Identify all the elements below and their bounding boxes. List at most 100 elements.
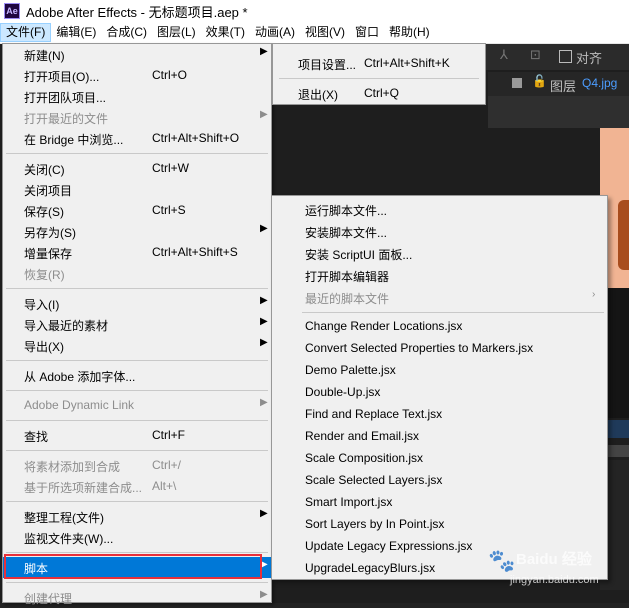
menu-item-scripts[interactable]: 脚本 ▶ [3, 557, 271, 578]
menu-separator [6, 552, 268, 553]
menu-item-script[interactable]: Scale Selected Layers.jsx [272, 470, 607, 492]
menu-item-label: 保存(S) [24, 205, 64, 219]
menu-item-script[interactable]: Scale Composition.jsx [272, 448, 607, 470]
menu-item-exit[interactable]: 退出(X) Ctrl+Q [273, 83, 485, 104]
menu-effect[interactable]: 效果(T) [201, 23, 250, 42]
menu-item-label: 导入最近的素材 [24, 319, 109, 333]
menu-item-label: 增量保存 [24, 247, 73, 261]
menu-item-close[interactable]: 关闭(C) Ctrl+W [3, 158, 271, 179]
menu-item-script[interactable]: Find and Replace Text.jsx [272, 404, 607, 426]
menu-item-label: Find and Replace Text.jsx [305, 407, 443, 421]
align-checkbox[interactable] [559, 50, 572, 63]
menu-item-label: 监视文件夹(W)... [24, 532, 114, 546]
menu-separator [6, 501, 268, 502]
menu-help[interactable]: 帮助(H) [384, 23, 435, 42]
menu-item-script[interactable]: Render and Email.jsx [272, 426, 607, 448]
menu-item-script[interactable]: Convert Selected Properties to Markers.j… [272, 338, 607, 360]
menu-layer[interactable]: 图层(L) [152, 23, 201, 42]
scripts-submenu: 运行脚本文件... 安装脚本文件... 安装 ScriptUI 面板... 打开… [271, 195, 608, 580]
panel-close-square-icon[interactable] [512, 78, 522, 88]
menu-file[interactable]: 文件(F) [0, 23, 52, 42]
menu-item-label: 安装 ScriptUI 面板... [305, 248, 413, 262]
menu-item-export[interactable]: 导出(X) ▶ [3, 335, 271, 356]
menu-item-script[interactable]: Smart Import.jsx [272, 492, 607, 514]
menu-item-watch-folder[interactable]: 监视文件夹(W)... [3, 527, 271, 548]
menu-edit[interactable]: 编辑(E) [51, 23, 101, 42]
submenu-arrow-icon: ▶ [260, 337, 268, 348]
menu-item-label: Sort Layers by In Point.jsx [305, 517, 445, 531]
menu-item-import-recent-footage[interactable]: 导入最近的素材 ▶ [3, 314, 271, 335]
file-menu: 新建(N) ▶ 打开项目(O)... Ctrl+O 打开团队项目... 打开最近… [2, 43, 272, 606]
menu-item-label: 整理工程(文件) [24, 511, 104, 525]
menu-item-install-script-file[interactable]: 安装脚本文件... [272, 221, 607, 243]
menu-item-label: Scale Composition.jsx [305, 451, 424, 465]
menu-item-adobe-dynamic-link: Adobe Dynamic Link ▶ [3, 395, 271, 416]
menu-item-import[interactable]: 导入(I) ▶ [3, 293, 271, 314]
menu-item-label: 从 Adobe 添加字体... [24, 370, 136, 384]
menu-item-shortcut: Ctrl+F [152, 428, 185, 442]
menu-item-label: 查找 [24, 430, 49, 444]
menu-item-label: Scale Selected Layers.jsx [305, 473, 443, 487]
menu-item-label: 新建(N) [24, 49, 65, 63]
menu-separator [6, 582, 268, 583]
menu-item-label: 基于所选项新建合成... [24, 481, 143, 495]
menu-item-browse-in-bridge[interactable]: 在 Bridge 中浏览... Ctrl+Alt+Shift+O [3, 128, 271, 149]
submenu-arrow-icon: ▶ [260, 109, 268, 120]
menu-item-label: 安装脚本文件... [305, 226, 388, 240]
file-menu-right-column: 项目设置... Ctrl+Alt+Shift+K 退出(X) Ctrl+Q [272, 43, 486, 105]
menu-item-shortcut: Ctrl+Q [364, 86, 400, 100]
menu-item-open-team-project[interactable]: 打开团队项目... [3, 86, 271, 107]
menu-item-save[interactable]: 保存(S) Ctrl+S [3, 200, 271, 221]
menu-item-project-settings[interactable]: 项目设置... Ctrl+Alt+Shift+K [273, 53, 485, 74]
menu-item-script[interactable]: Change Render Locations.jsx [272, 316, 607, 338]
menu-item-label: Update Legacy Expressions.jsx [305, 539, 473, 553]
lock-icon[interactable]: 🔓 [532, 74, 547, 88]
after-effects-app-icon: Ae [4, 3, 20, 19]
menu-item-open-script-editor[interactable]: 打开脚本编辑器 [272, 265, 607, 287]
menu-item-find[interactable]: 查找 Ctrl+F [3, 425, 271, 446]
submenu-arrow-icon: ▶ [260, 508, 268, 519]
menu-item-dependencies[interactable]: 整理工程(文件) ▶ [3, 506, 271, 527]
menu-item-script[interactable]: Update Legacy Expressions.jsx [272, 536, 607, 558]
menu-item-label: 将素材添加到合成 [24, 460, 121, 474]
menu-separator [6, 420, 268, 421]
menu-item-script[interactable]: Demo Palette.jsx [272, 360, 607, 382]
menu-item-label: 导入(I) [24, 298, 60, 312]
menu-item-increment-save[interactable]: 增量保存 Ctrl+Alt+Shift+S [3, 242, 271, 263]
menu-item-run-script-file[interactable]: 运行脚本文件... [272, 199, 607, 221]
menu-item-label: UpgradeLegacyBlurs.jsx [305, 561, 436, 575]
menu-item-label: 恢复(R) [24, 268, 65, 282]
layer-panel-label[interactable]: 图层 [550, 76, 576, 95]
menu-item-close-project[interactable]: 关闭项目 [3, 179, 271, 200]
menu-animation[interactable]: 动画(A) [250, 23, 300, 42]
menu-item-script[interactable]: UpgradeLegacyBlurs.jsx [272, 558, 607, 580]
puppet-tool-icon[interactable]: ⅄ [500, 47, 508, 63]
menu-item-open-project[interactable]: 打开项目(O)... Ctrl+O [3, 65, 271, 86]
menu-item-install-scriptui-panel[interactable]: 安装 ScriptUI 面板... [272, 243, 607, 265]
menu-composition[interactable]: 合成(C) [101, 23, 152, 42]
menu-view[interactable]: 视图(V) [300, 23, 350, 42]
menu-item-label: 打开脚本编辑器 [305, 270, 390, 284]
menu-item-add-fonts-from-adobe[interactable]: 从 Adobe 添加字体... [3, 365, 271, 386]
menu-item-save-as[interactable]: 另存为(S) ▶ [3, 221, 271, 242]
roto-tool-icon[interactable]: ⊡ [530, 47, 541, 63]
submenu-arrow-icon: ▶ [260, 397, 268, 408]
menu-item-add-footage-to-comp: 将素材添加到合成 Ctrl+/ [3, 455, 271, 476]
menu-item-label: 打开项目(O)... [24, 70, 100, 84]
menu-item-label: 退出(X) [298, 88, 338, 102]
menu-item-label: Convert Selected Properties to Markers.j… [305, 341, 534, 355]
menu-item-new[interactable]: 新建(N) ▶ [3, 44, 271, 65]
menu-item-script[interactable]: Sort Layers by In Point.jsx [272, 514, 607, 536]
menu-item-revert: 恢复(R) [3, 263, 271, 284]
menu-item-label: 项目设置... [298, 58, 357, 72]
menu-window[interactable]: 窗口 [350, 23, 384, 42]
viewer-image-detail [618, 200, 629, 270]
menu-item-shortcut: Alt+\ [152, 479, 177, 493]
menu-item-shortcut: Ctrl+O [152, 68, 188, 82]
menu-item-script[interactable]: Double-Up.jsx [272, 382, 607, 404]
menu-separator [6, 390, 268, 391]
menu-item-label: 导出(X) [24, 340, 64, 354]
title-bar: Ae Adobe After Effects - 无标题项目.aep * [0, 0, 629, 22]
menu-item-label: Change Render Locations.jsx [305, 319, 463, 333]
layer-panel-filename[interactable]: Q4.jpg [582, 76, 617, 90]
